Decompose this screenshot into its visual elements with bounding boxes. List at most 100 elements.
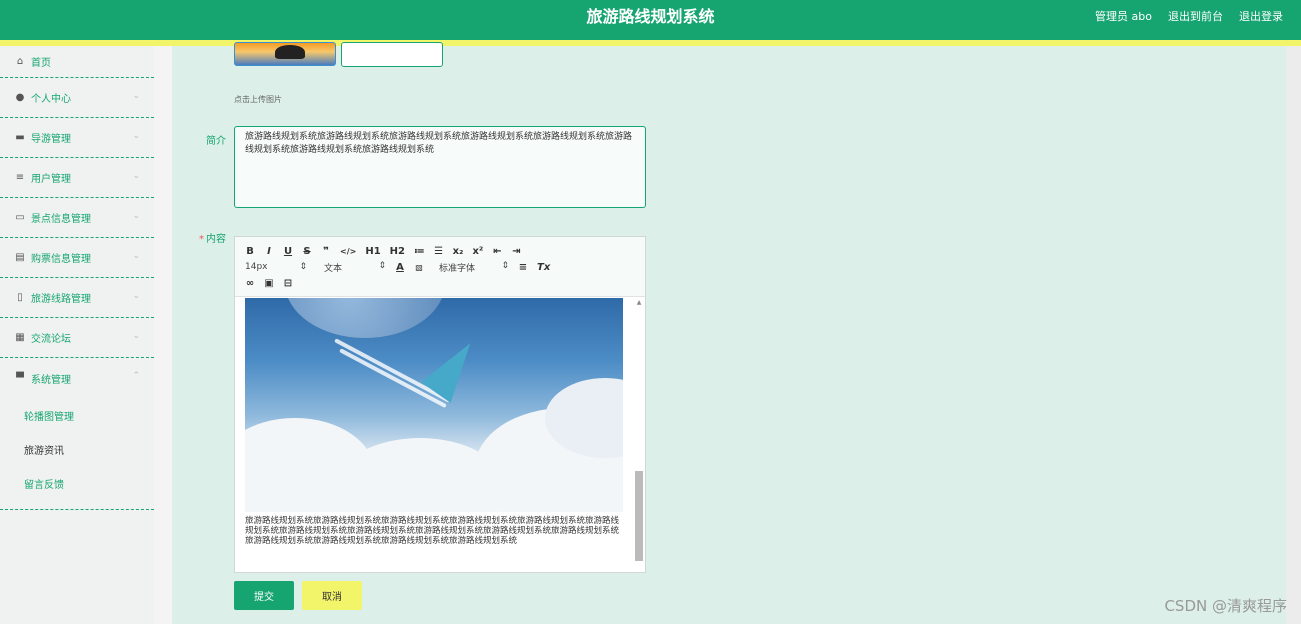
heading1-button[interactable]: H1 xyxy=(365,246,380,257)
upload-image-slot[interactable] xyxy=(341,42,443,67)
background-color-icon[interactable]: ▧ xyxy=(414,263,424,272)
code-block-button[interactable]: </> xyxy=(340,247,356,256)
back-front-link[interactable]: 退出到前台 xyxy=(1168,0,1223,34)
bold-button[interactable]: B xyxy=(245,246,255,257)
ordered-list-button[interactable]: ≔ xyxy=(414,246,425,257)
sidebar-subitem-label: 轮播图管理 xyxy=(24,411,74,423)
font-size-select[interactable]: 14px ⇕ xyxy=(245,262,307,272)
superscript-button[interactable]: x² xyxy=(472,246,483,257)
select-arrow-icon: ⇕ xyxy=(378,260,386,271)
select-arrow-icon: ⇕ xyxy=(299,262,307,272)
video-icon[interactable]: ⊟ xyxy=(283,278,293,289)
content-label: * 内容 xyxy=(166,230,226,245)
sidebar-item-label: 导游管理 xyxy=(31,134,71,145)
sidebar-item-forum[interactable]: ▦ 交流论坛 ⌄ xyxy=(0,318,154,358)
sidebar-subitem-feedback[interactable]: 留言反馈 xyxy=(0,466,154,500)
ticket-icon: ▤ xyxy=(15,252,25,263)
sidebar-item-profile[interactable]: ● 个人中心 ⌄ xyxy=(0,78,154,118)
text-style-select[interactable]: 文本 ⇕ xyxy=(324,261,386,274)
align-icon[interactable]: ≡ xyxy=(518,262,528,273)
blockquote-button[interactable]: ❞ xyxy=(321,246,331,257)
home-icon: ⌂ xyxy=(16,56,24,67)
sidebar-item-home[interactable]: ⌂ 首页 xyxy=(0,46,154,78)
header-actions: 管理员 abo 退出到前台 退出登录 xyxy=(1095,0,1283,34)
sidebar-item-tickets[interactable]: ▤ 购票信息管理 ⌄ xyxy=(0,238,154,278)
editor-toolbar: B I U S ❞ </> H1 H2 ≔ ☰ x₂ x² ⇤ ⇥ 14px ⇕ … xyxy=(235,237,645,297)
submit-button[interactable]: 提交 xyxy=(234,581,294,610)
chevron-down-icon: ⌄ xyxy=(132,331,140,341)
chat-icon: ▭ xyxy=(15,212,25,223)
bullet-list-button[interactable]: ☰ xyxy=(434,246,444,257)
underline-button[interactable]: U xyxy=(283,246,293,257)
sidebar-item-guides[interactable]: ▬ 导游管理 ⌄ xyxy=(0,118,154,158)
editor-scrollbar[interactable]: ▲ xyxy=(635,299,643,571)
upload-hint: 点击上传图片 xyxy=(234,95,282,104)
list-icon: ≡ xyxy=(15,172,25,183)
sidebar-item-users[interactable]: ≡ 用户管理 ⌄ xyxy=(0,158,154,198)
subscript-button[interactable]: x₂ xyxy=(453,246,464,257)
sidebar: ⌂ 首页 ● 个人中心 ⌄ ▬ 导游管理 ⌄ ≡ 用户管理 ⌄ ▭ 景点信息管理… xyxy=(0,46,154,624)
watermark: CSDN @清爽程序 xyxy=(1164,597,1287,615)
phone-icon: ▯ xyxy=(17,292,23,303)
admin-label: 管理员 abo xyxy=(1095,10,1152,23)
sidebar-item-spots[interactable]: ▭ 景点信息管理 ⌄ xyxy=(0,198,154,238)
sidebar-item-label: 用户管理 xyxy=(31,174,71,185)
outdent-button[interactable]: ⇤ xyxy=(492,246,502,257)
italic-button[interactable]: I xyxy=(264,246,274,257)
toolbar-row-1: B I U S ❞ </> H1 H2 ≔ ☰ x₂ x² ⇤ ⇥ xyxy=(245,243,635,259)
rich-text-editor: B I U S ❞ </> H1 H2 ≔ ☰ x₂ x² ⇤ ⇥ 14px ⇕ … xyxy=(234,236,646,573)
sidebar-subitem-news[interactable]: 旅游资讯 xyxy=(0,432,154,466)
briefcase-icon: ▬ xyxy=(15,132,25,143)
content-image-planet xyxy=(285,298,445,338)
strike-button[interactable]: S xyxy=(302,246,312,257)
select-arrow-icon: ⇕ xyxy=(501,260,509,271)
sidebar-item-routes[interactable]: ▯ 旅游线路管理 ⌄ xyxy=(0,278,154,318)
intro-textarea[interactable]: 旅游路线规划系统旅游路线规划系统旅游路线规划系统旅游路线规划系统旅游路线规划系统… xyxy=(234,126,646,208)
sidebar-item-label: 景点信息管理 xyxy=(31,214,91,225)
text-style-value: 文本 xyxy=(324,263,343,274)
link-icon[interactable]: ∞ xyxy=(245,278,255,289)
chevron-down-icon: ⌄ xyxy=(132,131,140,141)
font-color-icon[interactable]: A xyxy=(395,262,405,273)
grid-icon: ▦ xyxy=(15,332,25,343)
chevron-down-icon: ⌄ xyxy=(132,291,140,301)
sidebar-item-system[interactable]: ▀ 系统管理 ⌃ xyxy=(0,358,154,398)
logout-link[interactable]: 退出登录 xyxy=(1239,0,1283,34)
sidebar-item-label: 个人中心 xyxy=(31,94,71,105)
intro-label: 简介 xyxy=(206,136,226,147)
sidebar-subitem-label: 旅游资讯 xyxy=(24,445,64,457)
uploaded-image-thumbnail[interactable] xyxy=(234,42,336,66)
editor-content-area[interactable]: 旅游路线规划系统旅游路线规划系统旅游路线规划系统旅游路线规划系统旅游路线规划系统… xyxy=(235,298,633,572)
toolbar-row-2: 14px ⇕ 文本 ⇕ A ▧ 标准字体 ⇕ ≡ Tx xyxy=(245,259,635,275)
system-icon: ▀ xyxy=(16,372,24,384)
sidebar-item-label: 旅游线路管理 xyxy=(31,294,91,305)
chevron-down-icon: ⌄ xyxy=(132,251,140,261)
user-icon: ● xyxy=(15,92,25,103)
content-label-text: 内容 xyxy=(206,234,226,245)
chevron-down-icon: ⌄ xyxy=(132,171,140,181)
required-mark: * xyxy=(199,234,204,245)
sidebar-divider xyxy=(0,500,154,510)
heading2-button[interactable]: H2 xyxy=(390,246,405,257)
sidebar-item-label: 购票信息管理 xyxy=(31,254,91,265)
indent-button[interactable]: ⇥ xyxy=(511,246,521,257)
editor-content-text: 旅游路线规划系统旅游路线规划系统旅游路线规划系统旅游路线规划系统旅游路线规划系统… xyxy=(245,516,620,546)
clear-format-button[interactable]: Tx xyxy=(537,262,550,273)
image-icon[interactable]: ▣ xyxy=(264,278,274,289)
sidebar-item-label: 系统管理 xyxy=(31,374,71,386)
main-content: 点击上传图片 简介 旅游路线规划系统旅游路线规划系统旅游路线规划系统旅游路线规划… xyxy=(172,42,1286,624)
sidebar-subitem-label: 留言反馈 xyxy=(24,479,64,491)
font-family-select[interactable]: 标准字体 ⇕ xyxy=(439,261,509,274)
editor-scroll-thumb[interactable] xyxy=(635,471,643,561)
thumbnail-bird-shape xyxy=(275,45,305,59)
font-size-value: 14px xyxy=(245,262,268,272)
content-image-sky-jet xyxy=(245,298,623,512)
toolbar-row-3: ∞ ▣ ⊟ xyxy=(245,275,635,291)
sidebar-subitem-carousel[interactable]: 轮播图管理 xyxy=(0,398,154,432)
font-family-value: 标准字体 xyxy=(439,263,476,274)
sidebar-item-label: 首页 xyxy=(31,58,51,69)
top-header: 旅游路线规划系统 管理员 abo 退出到前台 退出登录 xyxy=(0,0,1301,40)
cancel-button[interactable]: 取消 xyxy=(302,581,362,610)
scroll-up-icon: ▲ xyxy=(636,299,642,306)
page-scrollbar[interactable] xyxy=(1286,46,1301,624)
